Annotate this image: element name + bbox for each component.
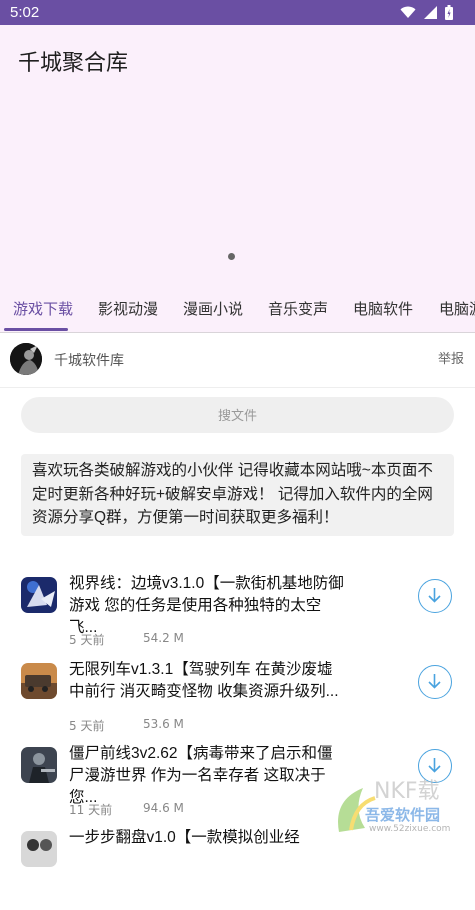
page-dot — [228, 253, 235, 260]
app-header: 千城聚合库 — [0, 25, 475, 290]
status-bar: 5:02 — [0, 0, 475, 25]
notice-text: 喜欢玩各类破解游戏的小伙伴 记得收藏本网站哦~本页面不定时更新各种好玩+破解安卓… — [21, 454, 454, 536]
item-meta: 5 天前 53.6 M — [69, 717, 184, 734]
item-size: 94.6 M — [143, 801, 184, 815]
signal-icon — [424, 6, 437, 19]
avatar[interactable] — [10, 343, 42, 375]
search-placeholder: 搜文件 — [217, 409, 257, 424]
status-time: 5:02 — [10, 4, 40, 21]
item-meta: 11 天前 94.6 M — [69, 801, 184, 818]
tab-comics-novels[interactable]: 漫画小说 — [183, 290, 243, 332]
tab-game-download[interactable]: 游戏下载 — [13, 290, 73, 332]
tab-movies-anime[interactable]: 影视动漫 — [98, 290, 158, 332]
battery-icon — [445, 5, 453, 20]
page-indicator — [228, 253, 235, 260]
watermark-url: www.52zixue.com — [369, 824, 451, 834]
game-icon-zombie — [21, 747, 57, 783]
svg-text:NKF载: NKF载 — [374, 779, 440, 804]
tab-music-voice[interactable]: 音乐变声 — [268, 290, 328, 332]
status-icons — [400, 5, 453, 20]
app-title: 千城聚合库 — [18, 50, 129, 75]
item-title[interactable]: 一步步翻盘v1.0【一款模拟创业经 — [69, 827, 344, 849]
game-icon-business — [21, 831, 57, 867]
item-time: 5 天前 — [69, 719, 105, 733]
category-tabs: 游戏下载 影视动漫 漫画小说 音乐变声 电脑软件 电脑游 — [0, 290, 475, 333]
download-icon — [428, 588, 441, 603]
avatar-image — [10, 343, 42, 375]
item-title[interactable]: 无限列车v1.3.1【驾驶列车 在黄沙废墟中前行 消灭畸变怪物 收集资源升级列.… — [69, 659, 344, 703]
active-tab-indicator — [4, 328, 68, 331]
list-item[interactable]: 视界线：边境v3.1.0【一款街机基地防御游戏 您的任务是使用各种独特的太空飞.… — [0, 572, 475, 656]
download-button[interactable] — [418, 579, 452, 613]
item-meta: 5 天前 54.2 M — [69, 631, 184, 648]
watermark-text: 吾爱软件园 — [365, 806, 441, 824]
tab-pc-software[interactable]: 电脑软件 — [353, 290, 413, 332]
item-size: 54.2 M — [143, 631, 184, 645]
game-icon-train — [21, 663, 57, 699]
item-time: 5 天前 — [69, 633, 105, 647]
item-title[interactable]: 僵尸前线3v2.62【病毒带来了启示和僵尸漫游世界 作为一名幸存者 这取决于您.… — [69, 743, 344, 809]
watermark: NKF载 吾爱软件园 www.52zixue.com — [329, 770, 469, 840]
list-item[interactable]: 无限列车v1.3.1【驾驶列车 在黄沙废墟中前行 消灭畸变怪物 收集资源升级列.… — [0, 658, 475, 742]
download-icon — [428, 674, 441, 689]
game-icon-space — [21, 577, 57, 613]
item-title[interactable]: 视界线：边境v3.1.0【一款街机基地防御游戏 您的任务是使用各种独特的太空飞.… — [69, 573, 344, 639]
tab-pc-games[interactable]: 电脑游 — [439, 290, 475, 332]
report-button[interactable]: 举报 — [438, 348, 464, 367]
wifi-icon — [400, 6, 416, 18]
source-name[interactable]: 千城软件库 — [54, 350, 124, 370]
item-size: 53.6 M — [143, 717, 184, 731]
source-header: 千城软件库 举报 — [0, 333, 475, 388]
item-time: 11 天前 — [69, 803, 113, 817]
search-input[interactable]: 搜文件 — [21, 397, 454, 433]
download-button[interactable] — [418, 665, 452, 699]
